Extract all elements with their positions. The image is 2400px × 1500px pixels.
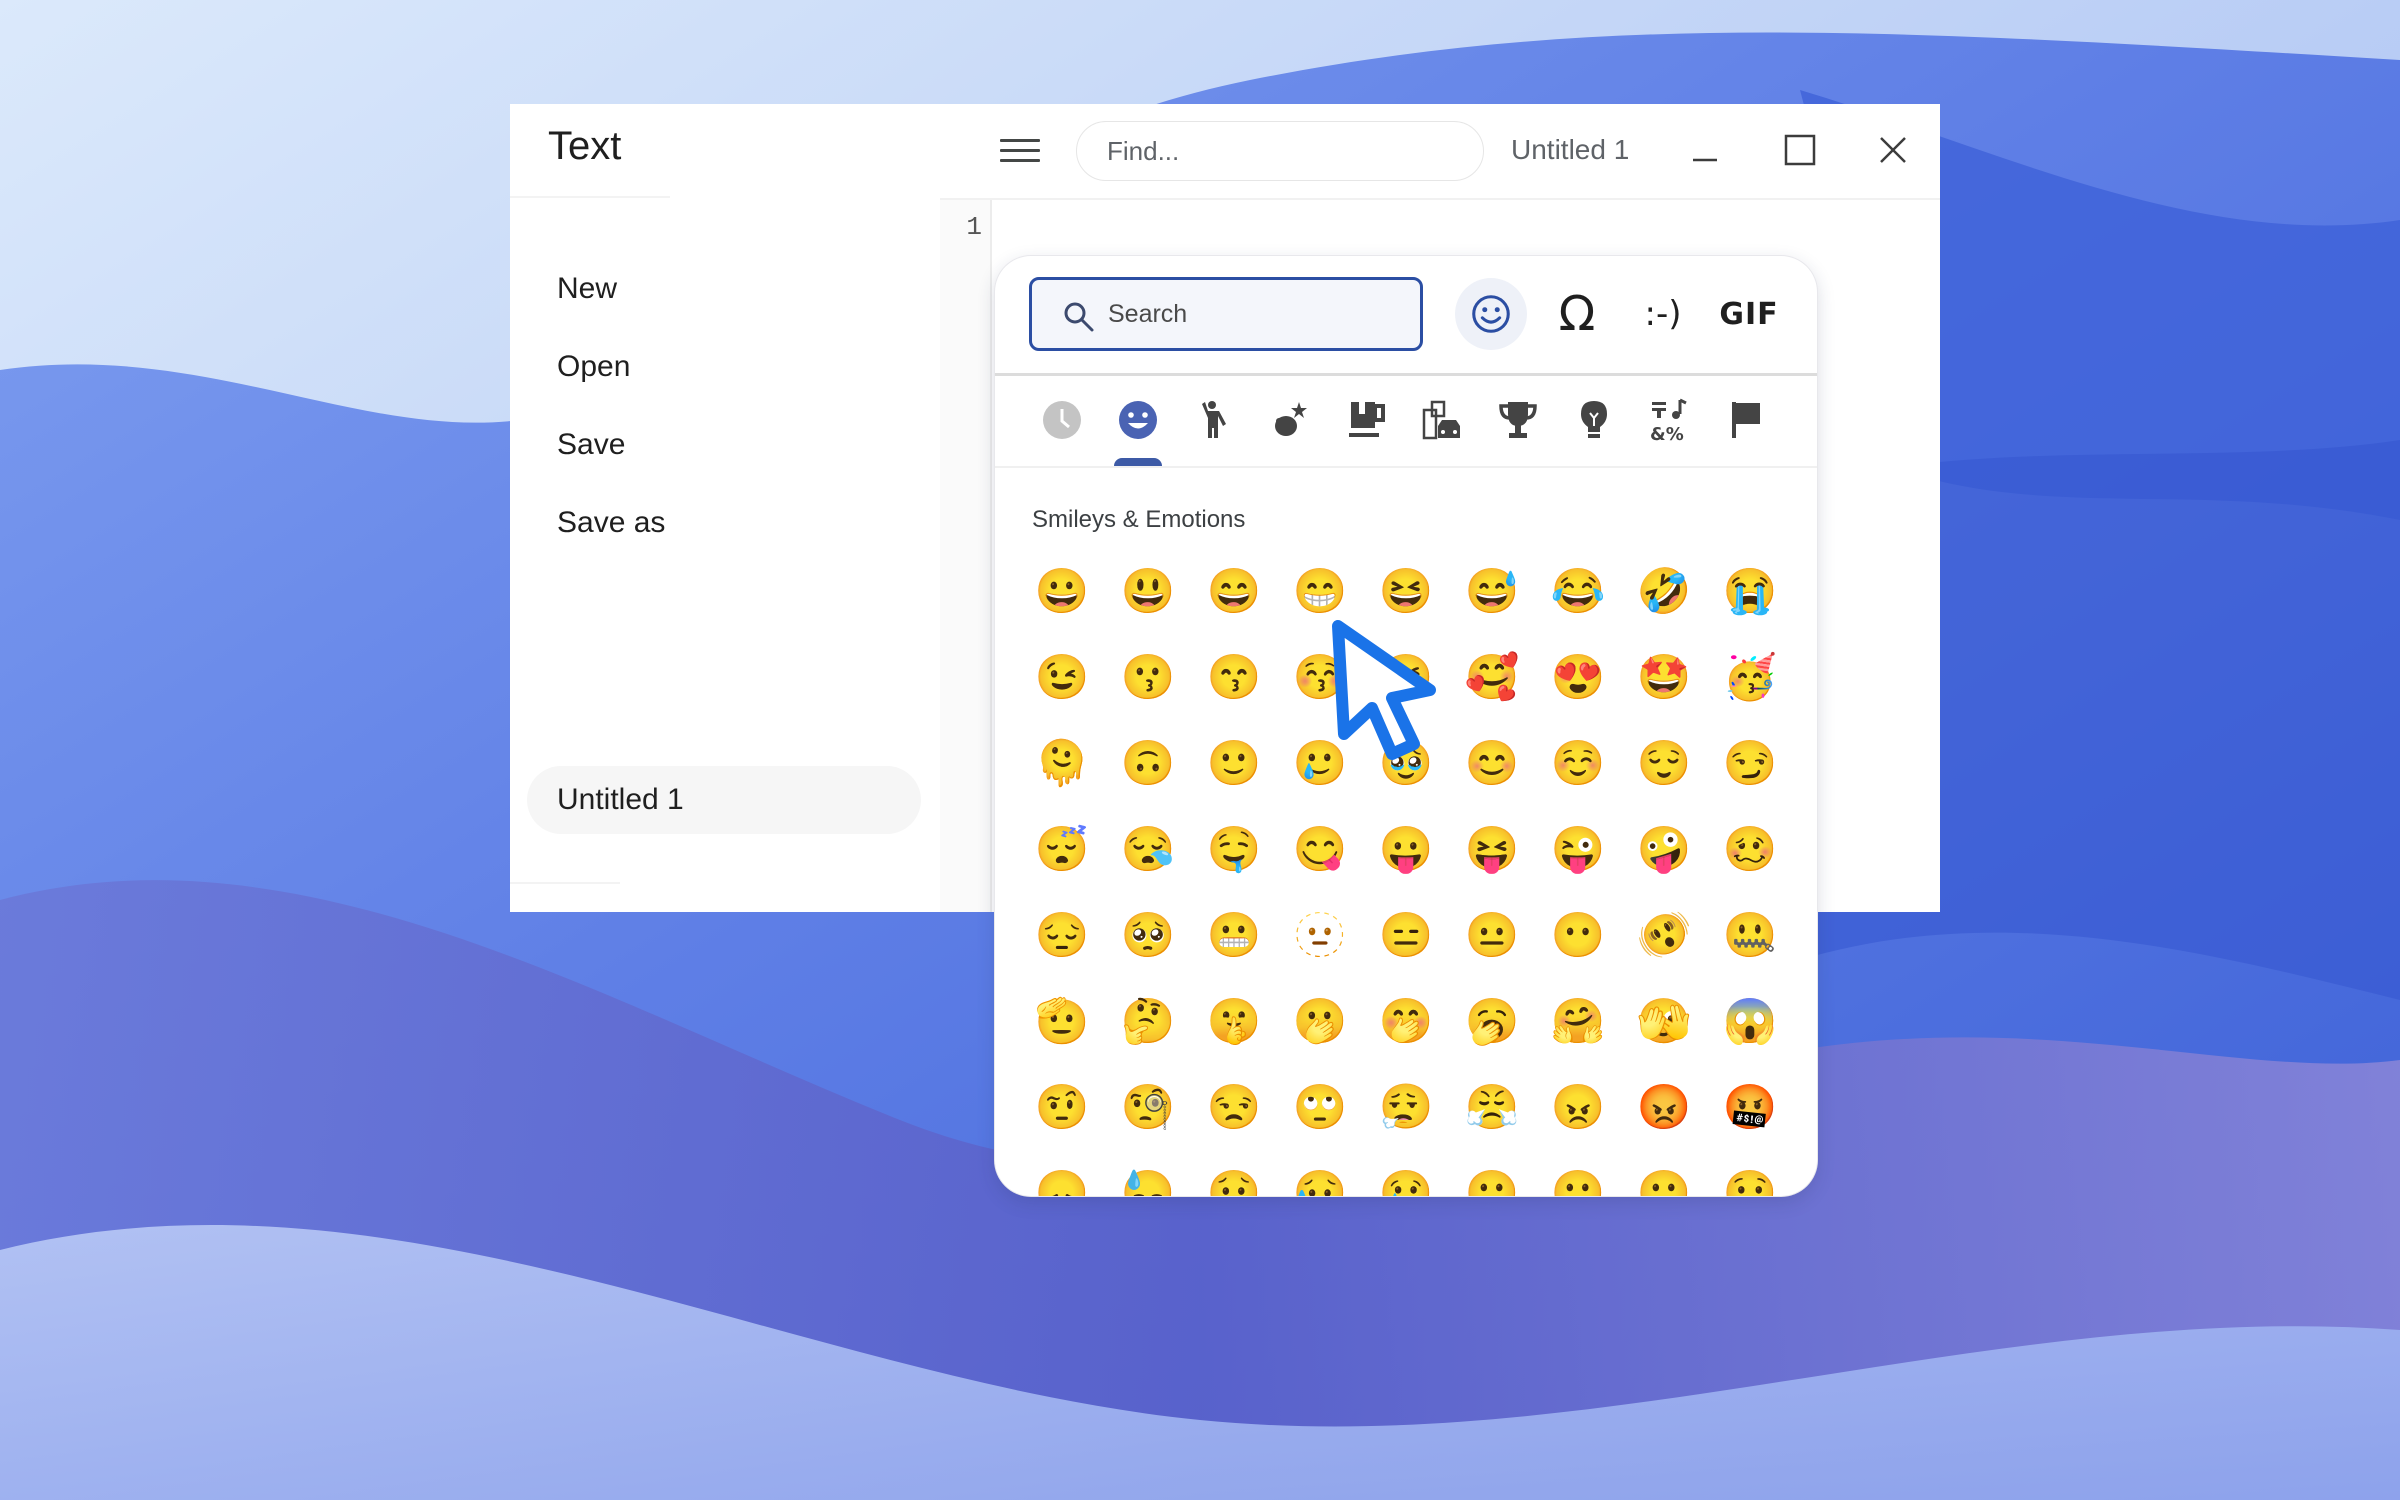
emoji-item[interactable]: 😥 <box>1284 1158 1356 1197</box>
emoji-item[interactable]: 🥳 <box>1714 642 1786 714</box>
emoji-item[interactable]: 😘 <box>1370 642 1442 714</box>
emoji-item[interactable]: 🥰 <box>1456 642 1528 714</box>
emoji-item[interactable]: 😢 <box>1370 1158 1442 1197</box>
emoji-item[interactable]: 😟 <box>1198 1158 1270 1197</box>
emoji-item[interactable]: 😚 <box>1284 642 1356 714</box>
emoji-item[interactable]: 😆 <box>1370 556 1442 628</box>
emoji-item[interactable]: 🤗 <box>1542 986 1614 1058</box>
emoji-item[interactable]: 🥺 <box>1112 900 1184 972</box>
emoji-item[interactable]: 😝 <box>1456 814 1528 886</box>
emoji-item[interactable]: 😠 <box>1542 1072 1614 1144</box>
emoji-grid: 😀 😃 😄 😁 😆 😅 😂 🤣 😭 😉 😗 😙 😚 😘 🥰 😍 🤩 🥳 🫠 🙃 🙂 🥲 🥹 😊 ☺️ 😌 😏 😴 😪 🤤 😋 😛 😝 😜 🤪 🥴 😔 🥺 😬… <box>995 256 1817 1197</box>
emoji-item[interactable]: 🤨 <box>1026 1072 1098 1144</box>
emoji-item[interactable]: 😗 <box>1112 642 1184 714</box>
emoji-item[interactable]: 🙃 <box>1112 728 1184 800</box>
emoji-item[interactable]: 😙 <box>1198 642 1270 714</box>
emoji-item[interactable]: ☺️ <box>1542 728 1614 800</box>
emoji-item[interactable]: 😅 <box>1456 556 1528 628</box>
emoji-item[interactable]: ☹️ <box>1456 1158 1528 1197</box>
emoji-item[interactable]: 😮‍💨 <box>1370 1072 1442 1144</box>
emoji-item[interactable]: 😂 <box>1542 556 1614 628</box>
emoji-item[interactable]: 😓 <box>1112 1158 1184 1197</box>
emoji-picker: Ω :-) GIF &% <box>995 256 1817 1196</box>
emoji-item[interactable]: 🥲 <box>1284 728 1356 800</box>
emoji-item[interactable]: 😶 <box>1542 900 1614 972</box>
header-divider <box>510 196 670 198</box>
sidebar-document-untitled-1[interactable]: Untitled 1 <box>527 766 921 834</box>
emoji-item[interactable]: 😛 <box>1370 814 1442 886</box>
maximize-button[interactable] <box>1772 122 1828 178</box>
close-icon <box>1880 137 1906 163</box>
emoji-item[interactable]: 😭 <box>1714 556 1786 628</box>
emoji-item[interactable]: 🙄 <box>1284 1072 1356 1144</box>
emoji-item[interactable]: 🤭 <box>1370 986 1442 1058</box>
emoji-item[interactable]: 😬 <box>1198 900 1270 972</box>
emoji-item[interactable]: 😄 <box>1198 556 1270 628</box>
emoji-item[interactable]: 😜 <box>1542 814 1614 886</box>
emoji-item[interactable]: 😌 <box>1628 728 1700 800</box>
emoji-item[interactable]: 😁 <box>1284 556 1356 628</box>
emoji-item[interactable]: 😤 <box>1456 1072 1528 1144</box>
emoji-item[interactable]: 🫡 <box>1026 986 1098 1058</box>
emoji-item[interactable]: 😕 <box>1628 1158 1700 1197</box>
sidebar-item-save[interactable]: Save <box>557 428 625 462</box>
line-number-gutter: 1 <box>940 200 992 912</box>
emoji-item[interactable]: 😑 <box>1370 900 1442 972</box>
emoji-item[interactable]: 😱 <box>1714 986 1786 1058</box>
emoji-item[interactable]: 🥱 <box>1456 986 1528 1058</box>
emoji-item[interactable]: 😀 <box>1026 556 1098 628</box>
emoji-item[interactable]: 😃 <box>1112 556 1184 628</box>
emoji-item[interactable]: 🤩 <box>1628 642 1700 714</box>
title-bar: Text Untitled 1 <box>510 104 1940 196</box>
sidebar: New Open Save Save as Untitled 1 Setting… <box>510 200 940 912</box>
emoji-item[interactable]: 😒 <box>1198 1072 1270 1144</box>
emoji-item[interactable]: 🤪 <box>1628 814 1700 886</box>
emoji-item[interactable]: 🫠 <box>1026 728 1098 800</box>
emoji-item[interactable]: 🤔 <box>1112 986 1184 1058</box>
emoji-item[interactable]: 🧐 <box>1112 1072 1184 1144</box>
sidebar-item-new[interactable]: New <box>557 272 617 306</box>
emoji-item[interactable]: 😉 <box>1026 642 1098 714</box>
sidebar-document-label: Untitled 1 <box>557 783 684 816</box>
emoji-item[interactable]: 🥴 <box>1714 814 1786 886</box>
emoji-item[interactable]: 😋 <box>1284 814 1356 886</box>
emoji-item[interactable]: 🫥 <box>1284 900 1356 972</box>
emoji-item[interactable]: 🥹 <box>1370 728 1442 800</box>
emoji-item[interactable]: 🤫 <box>1198 986 1270 1058</box>
minimize-icon <box>1693 158 1717 162</box>
emoji-item[interactable]: 🤤 <box>1198 814 1270 886</box>
emoji-item[interactable]: 😞 <box>1026 1158 1098 1197</box>
emoji-item[interactable]: 😴 <box>1026 814 1098 886</box>
emoji-item[interactable]: 🙂 <box>1198 728 1270 800</box>
hamburger-menu-icon[interactable] <box>1000 132 1040 168</box>
emoji-item[interactable]: 😐 <box>1456 900 1528 972</box>
emoji-item[interactable]: 🤣 <box>1628 556 1700 628</box>
emoji-item[interactable]: 😍 <box>1542 642 1614 714</box>
emoji-item[interactable]: 😯 <box>1714 1158 1786 1197</box>
minimize-button[interactable] <box>1677 122 1733 178</box>
document-title: Untitled 1 <box>1511 134 1630 165</box>
maximize-icon <box>1784 134 1816 166</box>
line-number: 1 <box>966 212 982 242</box>
emoji-item[interactable]: 😊 <box>1456 728 1528 800</box>
emoji-item[interactable]: 🫨 <box>1628 900 1700 972</box>
emoji-item[interactable]: 🤬 <box>1714 1072 1786 1144</box>
emoji-item[interactable]: 🫢 <box>1284 986 1356 1058</box>
sidebar-item-open[interactable]: Open <box>557 350 630 384</box>
emoji-item[interactable]: 🙁 <box>1542 1158 1614 1197</box>
app-title: Text <box>548 124 622 168</box>
emoji-item[interactable]: 😏 <box>1714 728 1786 800</box>
sidebar-item-save-as[interactable]: Save as <box>557 506 665 540</box>
emoji-item[interactable]: 😪 <box>1112 814 1184 886</box>
find-input[interactable] <box>1076 121 1484 181</box>
close-button[interactable] <box>1865 122 1921 178</box>
emoji-item[interactable]: 🤐 <box>1714 900 1786 972</box>
emoji-item[interactable]: 😡 <box>1628 1072 1700 1144</box>
emoji-item[interactable]: 🫣 <box>1628 986 1700 1058</box>
emoji-item[interactable]: 😔 <box>1026 900 1098 972</box>
sidebar-divider <box>510 882 620 884</box>
